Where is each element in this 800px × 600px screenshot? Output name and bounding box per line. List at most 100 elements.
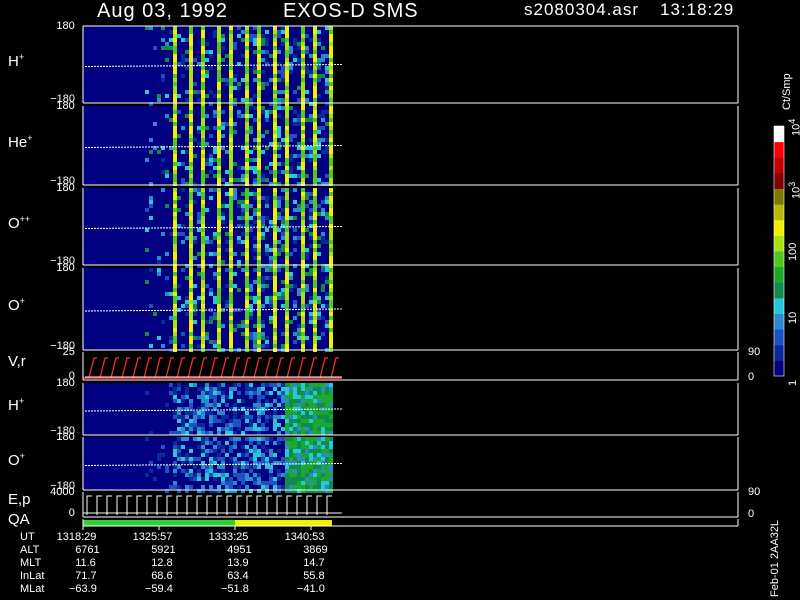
- spectrogram-cell: [249, 449, 253, 453]
- spectrogram-cell: [201, 30, 205, 34]
- spectrogram-cell: [257, 204, 261, 208]
- spectrogram-cell: [181, 188, 185, 192]
- spectrogram-cell: [193, 465, 197, 469]
- spectrogram-cell: [301, 94, 305, 98]
- spectrogram-cell: [305, 437, 309, 441]
- spectrogram-cell: [217, 292, 221, 296]
- spectrogram-cell: [189, 427, 193, 431]
- spectrogram-cell: [189, 154, 193, 158]
- spectrogram-cell: [225, 415, 229, 419]
- spectrogram-cell: [285, 236, 289, 240]
- spectrogram-cell: [217, 192, 221, 196]
- spectrogram-cell: [245, 200, 249, 204]
- panel-label: O+: [8, 296, 25, 314]
- spectrogram-cell: [201, 423, 205, 427]
- velocity-trace: [308, 357, 317, 379]
- spectrogram-cell: [233, 42, 237, 46]
- spectrogram-cell: [273, 212, 277, 216]
- spectrogram-cell: [281, 403, 285, 407]
- spectrogram-cell: [301, 383, 305, 387]
- spectrogram-cell: [277, 469, 281, 473]
- spectrogram-cell: [273, 114, 277, 118]
- spectrogram-cell: [285, 46, 289, 50]
- spectrogram-cell: [229, 336, 233, 340]
- spectrogram-cell: [189, 469, 193, 473]
- spectrogram-cell: [309, 431, 313, 435]
- spectrogram-cell: [173, 280, 177, 284]
- colorbar-cell: [774, 297, 784, 314]
- spectrogram-cell: [305, 256, 309, 260]
- spectrogram-cell: [301, 70, 305, 74]
- spectrogram-cell: [165, 58, 169, 62]
- spectrogram-cell: [329, 445, 333, 449]
- spectrogram-cell: [173, 126, 177, 130]
- spectrogram-cell: [209, 403, 213, 407]
- spectrogram-cell: [265, 284, 269, 288]
- spectrogram-cell: [237, 437, 241, 441]
- spectrogram-cell: [185, 485, 189, 489]
- spectrogram-cell: [273, 174, 277, 178]
- spectrogram-cell: [325, 292, 329, 296]
- spectrogram-cell: [305, 485, 309, 489]
- spectrogram-cell: [329, 276, 333, 280]
- spectrogram-cell: [285, 316, 289, 320]
- spectrogram-cell: [293, 38, 297, 42]
- spectrogram-cell: [301, 300, 305, 304]
- spectrogram-cell: [305, 395, 309, 399]
- spectrogram-cell: [297, 118, 301, 122]
- spectrogram-cell: [201, 174, 205, 178]
- spectrogram-cell: [301, 42, 305, 46]
- spectrogram-cell: [285, 54, 289, 58]
- spectrogram-cell: [273, 66, 277, 70]
- spectrogram-cell: [173, 78, 177, 82]
- spectrogram-cell: [293, 465, 297, 469]
- spectrogram-cell: [305, 154, 309, 158]
- spectrogram-cell: [321, 441, 325, 445]
- spectrogram-cell: [245, 304, 249, 308]
- spectrogram-cell: [285, 208, 289, 212]
- spectrogram-cell: [301, 34, 305, 38]
- time-axis-value: 1333:25: [208, 531, 249, 543]
- spectrogram-cell: [293, 236, 297, 240]
- spectrogram-cell: [317, 78, 321, 82]
- spectrogram-cell: [269, 110, 273, 114]
- spectrogram-cell: [253, 445, 257, 449]
- spectrogram-cell: [245, 240, 249, 244]
- spectrogram-cell: [173, 441, 177, 445]
- spectrogram-cell: [229, 138, 233, 142]
- spectrogram-cell: [325, 304, 329, 308]
- spectrogram-cell: [225, 170, 229, 174]
- spectrogram-cell: [257, 54, 261, 58]
- spectrogram-cell: [189, 38, 193, 42]
- spectrogram-cell: [257, 481, 261, 485]
- spectrogram-cell: [221, 411, 225, 415]
- spectrogram-cell: [273, 292, 277, 296]
- spectrogram-cell: [253, 340, 257, 344]
- spectrogram-cell: [197, 98, 201, 102]
- spectrogram-cell: [257, 138, 261, 142]
- spectrogram-cell: [313, 272, 317, 276]
- spectrogram-cell: [205, 94, 209, 98]
- spectrogram-cell: [241, 78, 245, 82]
- spectrogram-cell: [205, 383, 209, 387]
- spectrogram-cell: [273, 200, 277, 204]
- spectrogram-cell: [309, 477, 313, 481]
- spectrogram-cell: [193, 138, 197, 142]
- spectrogram-cell: [305, 272, 309, 276]
- spectrogram-cell: [201, 158, 205, 162]
- spectrogram-cell: [245, 162, 249, 166]
- spectrogram-cell: [189, 126, 193, 130]
- spectrogram-cell: [201, 280, 205, 284]
- spectrogram-cell: [257, 312, 261, 316]
- spectrogram-cell: [145, 208, 149, 212]
- spectrogram-cell: [181, 344, 185, 348]
- spectrogram-cell: [281, 98, 285, 102]
- spectrogram-cell: [197, 90, 201, 94]
- spectrogram-cell: [213, 316, 217, 320]
- spectrogram-cell: [181, 415, 185, 419]
- spectrogram-cell: [285, 415, 289, 419]
- spectrogram-cell: [309, 465, 313, 469]
- spectrogram-cell: [229, 316, 233, 320]
- spectrogram-cell: [273, 110, 277, 114]
- spectrogram-cell: [181, 419, 185, 423]
